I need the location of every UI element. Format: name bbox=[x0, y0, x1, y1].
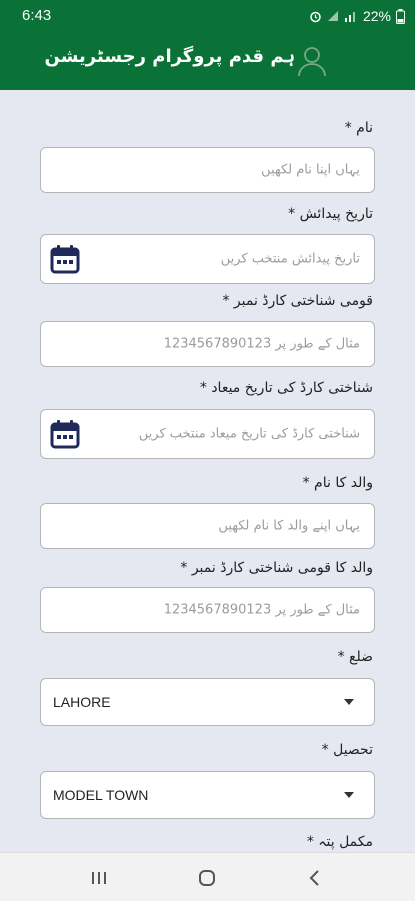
status-bar: 6:43 22% bbox=[0, 0, 415, 32]
address-label: مکمل پتہ * bbox=[306, 834, 373, 850]
father-cnic-field[interactable]: مثال کے طور پر 1234567890123 bbox=[40, 587, 375, 633]
dob-field[interactable]: تاریخ پیدائش منتخب کریں bbox=[40, 234, 375, 284]
status-time: 6:43 bbox=[22, 7, 52, 24]
dob-placeholder: تاریخ پیدائش منتخب کریں bbox=[220, 251, 360, 267]
home-icon bbox=[199, 870, 215, 886]
app-bar: ہم قدم پروگرام رجسٹریشن bbox=[0, 32, 415, 90]
father-name-field[interactable]: یہاں اپنے والد کا نام لکھیں bbox=[40, 503, 375, 549]
page-title: ہم قدم پروگرام رجسٹریشن bbox=[44, 46, 295, 67]
alarm-icon bbox=[310, 11, 321, 22]
calendar-icon[interactable] bbox=[50, 244, 80, 274]
father-cnic-placeholder: مثال کے طور پر 1234567890123 bbox=[163, 602, 360, 618]
system-nav-bar bbox=[0, 852, 415, 901]
cnic-expiry-label: شناختی کارڈ کی تاریخ میعاد * bbox=[199, 380, 373, 396]
recent-apps-icon bbox=[92, 872, 106, 884]
signal-icon bbox=[344, 12, 355, 22]
cnic-field[interactable]: مثال کے طور پر 1234567890123 bbox=[40, 321, 375, 367]
back-button[interactable] bbox=[302, 865, 328, 891]
wifi-icon bbox=[327, 11, 338, 21]
name-label: نام * bbox=[344, 120, 373, 136]
recent-apps-button[interactable] bbox=[86, 865, 112, 891]
name-placeholder: یہاں اپنا نام لکھیں bbox=[261, 162, 360, 178]
cnic-placeholder: مثال کے طور پر 1234567890123 bbox=[163, 336, 360, 352]
father-name-placeholder: یہاں اپنے والد کا نام لکھیں bbox=[218, 518, 360, 534]
cnic-expiry-field[interactable]: شناختی کارڈ کی تاریخ میعاد منتخب کریں bbox=[40, 409, 375, 459]
back-icon bbox=[309, 870, 319, 886]
tehsil-select[interactable]: MODEL TOWN bbox=[40, 771, 375, 819]
tehsil-value: MODEL TOWN bbox=[53, 787, 149, 803]
father-name-label: والد کا نام * bbox=[302, 475, 373, 491]
calendar-icon[interactable] bbox=[50, 419, 80, 449]
dropdown-arrow-icon bbox=[344, 792, 354, 798]
dropdown-arrow-icon bbox=[344, 699, 354, 705]
home-button[interactable] bbox=[194, 865, 220, 891]
district-label: ضلع * bbox=[337, 649, 373, 665]
user-avatar-icon[interactable] bbox=[297, 45, 327, 77]
tehsil-label: تحصیل * bbox=[321, 742, 373, 758]
status-icons: 22% bbox=[309, 8, 405, 24]
cnic-expiry-placeholder: شناختی کارڈ کی تاریخ میعاد منتخب کریں bbox=[138, 426, 360, 442]
cnic-label: قومی شناختی کارڈ نمبر * bbox=[222, 293, 373, 309]
battery-icon bbox=[396, 8, 405, 24]
father-cnic-label: والد کا قومی شناختی کارڈ نمبر * bbox=[180, 560, 373, 576]
name-field[interactable]: یہاں اپنا نام لکھیں bbox=[40, 147, 375, 193]
battery-percentage: 22% bbox=[362, 8, 391, 24]
dob-label: تاریخ پیدائش * bbox=[288, 206, 373, 222]
district-value: LAHORE bbox=[53, 694, 111, 710]
district-select[interactable]: LAHORE bbox=[40, 678, 375, 726]
